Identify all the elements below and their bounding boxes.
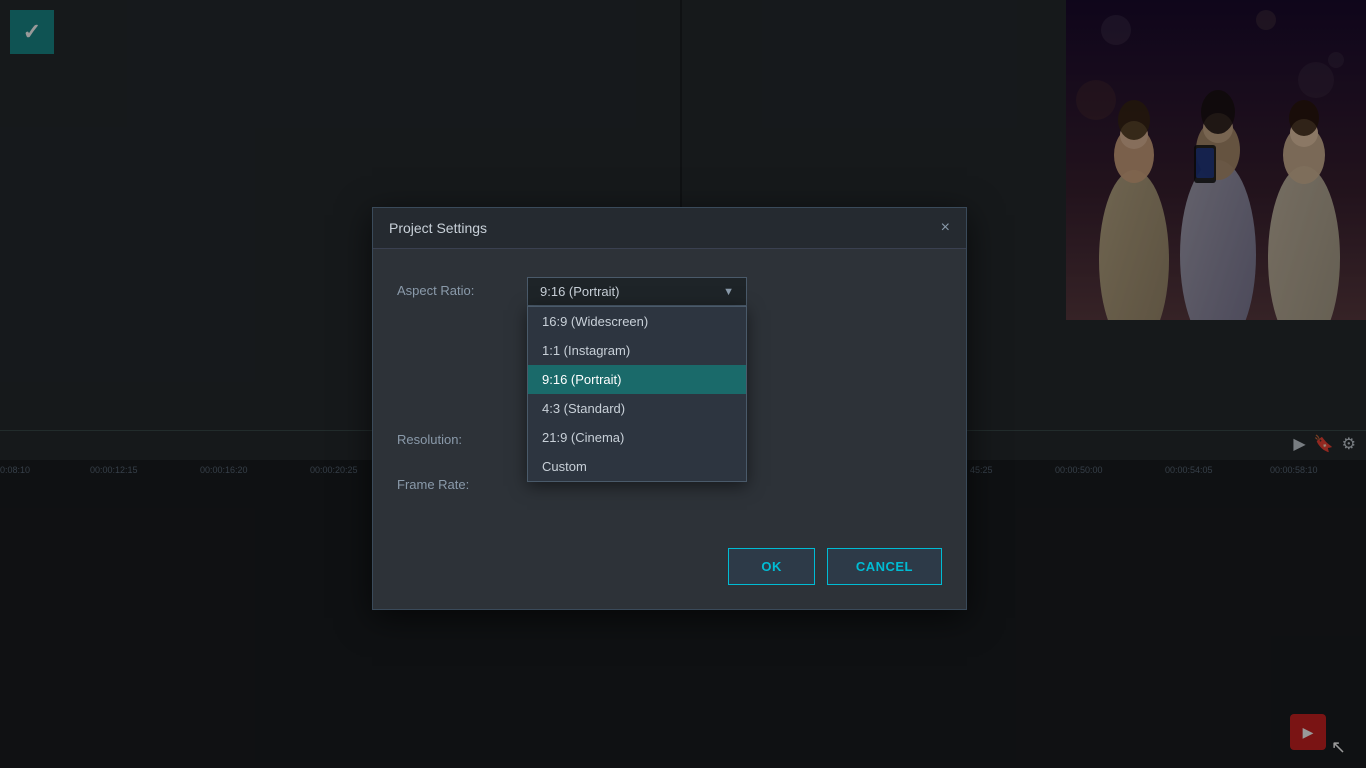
aspect-ratio-value: 9:16 (Portrait) <box>540 284 619 299</box>
dropdown-option-16-9[interactable]: 16:9 (Widescreen) <box>528 307 746 336</box>
dialog-close-button[interactable]: × <box>941 220 950 236</box>
aspect-ratio-dropdown-list: 16:9 (Widescreen) 1:1 (Instagram) 9:16 (… <box>527 306 747 482</box>
dropdown-option-9-16[interactable]: 9:16 (Portrait) <box>528 365 746 394</box>
dropdown-option-21-9[interactable]: 21:9 (Cinema) <box>528 423 746 452</box>
resolution-label: Resolution: <box>397 426 527 447</box>
dialog-body: Aspect Ratio: 9:16 (Portrait) ▼ 16:9 (Wi… <box>373 249 966 540</box>
aspect-ratio-control: 9:16 (Portrait) ▼ 16:9 (Widescreen) 1:1 … <box>527 277 942 306</box>
dialog-titlebar: Project Settings × <box>373 208 966 249</box>
dropdown-option-1-1[interactable]: 1:1 (Instagram) <box>528 336 746 365</box>
ok-button[interactable]: OK <box>728 548 815 585</box>
dialog-title: Project Settings <box>389 220 487 236</box>
aspect-ratio-label: Aspect Ratio: <box>397 277 527 298</box>
cancel-button[interactable]: CANCEL <box>827 548 942 585</box>
dialog-footer: OK CANCEL <box>373 540 966 609</box>
dropdown-arrow-icon: ▼ <box>723 286 734 298</box>
project-settings-dialog: Project Settings × Aspect Ratio: 9:16 (P… <box>372 207 967 610</box>
frame-rate-label: Frame Rate: <box>397 471 527 492</box>
aspect-ratio-row: Aspect Ratio: 9:16 (Portrait) ▼ 16:9 (Wi… <box>397 277 942 306</box>
aspect-ratio-dropdown[interactable]: 9:16 (Portrait) ▼ <box>527 277 747 306</box>
dropdown-option-custom[interactable]: Custom <box>528 452 746 481</box>
dropdown-option-4-3[interactable]: 4:3 (Standard) <box>528 394 746 423</box>
